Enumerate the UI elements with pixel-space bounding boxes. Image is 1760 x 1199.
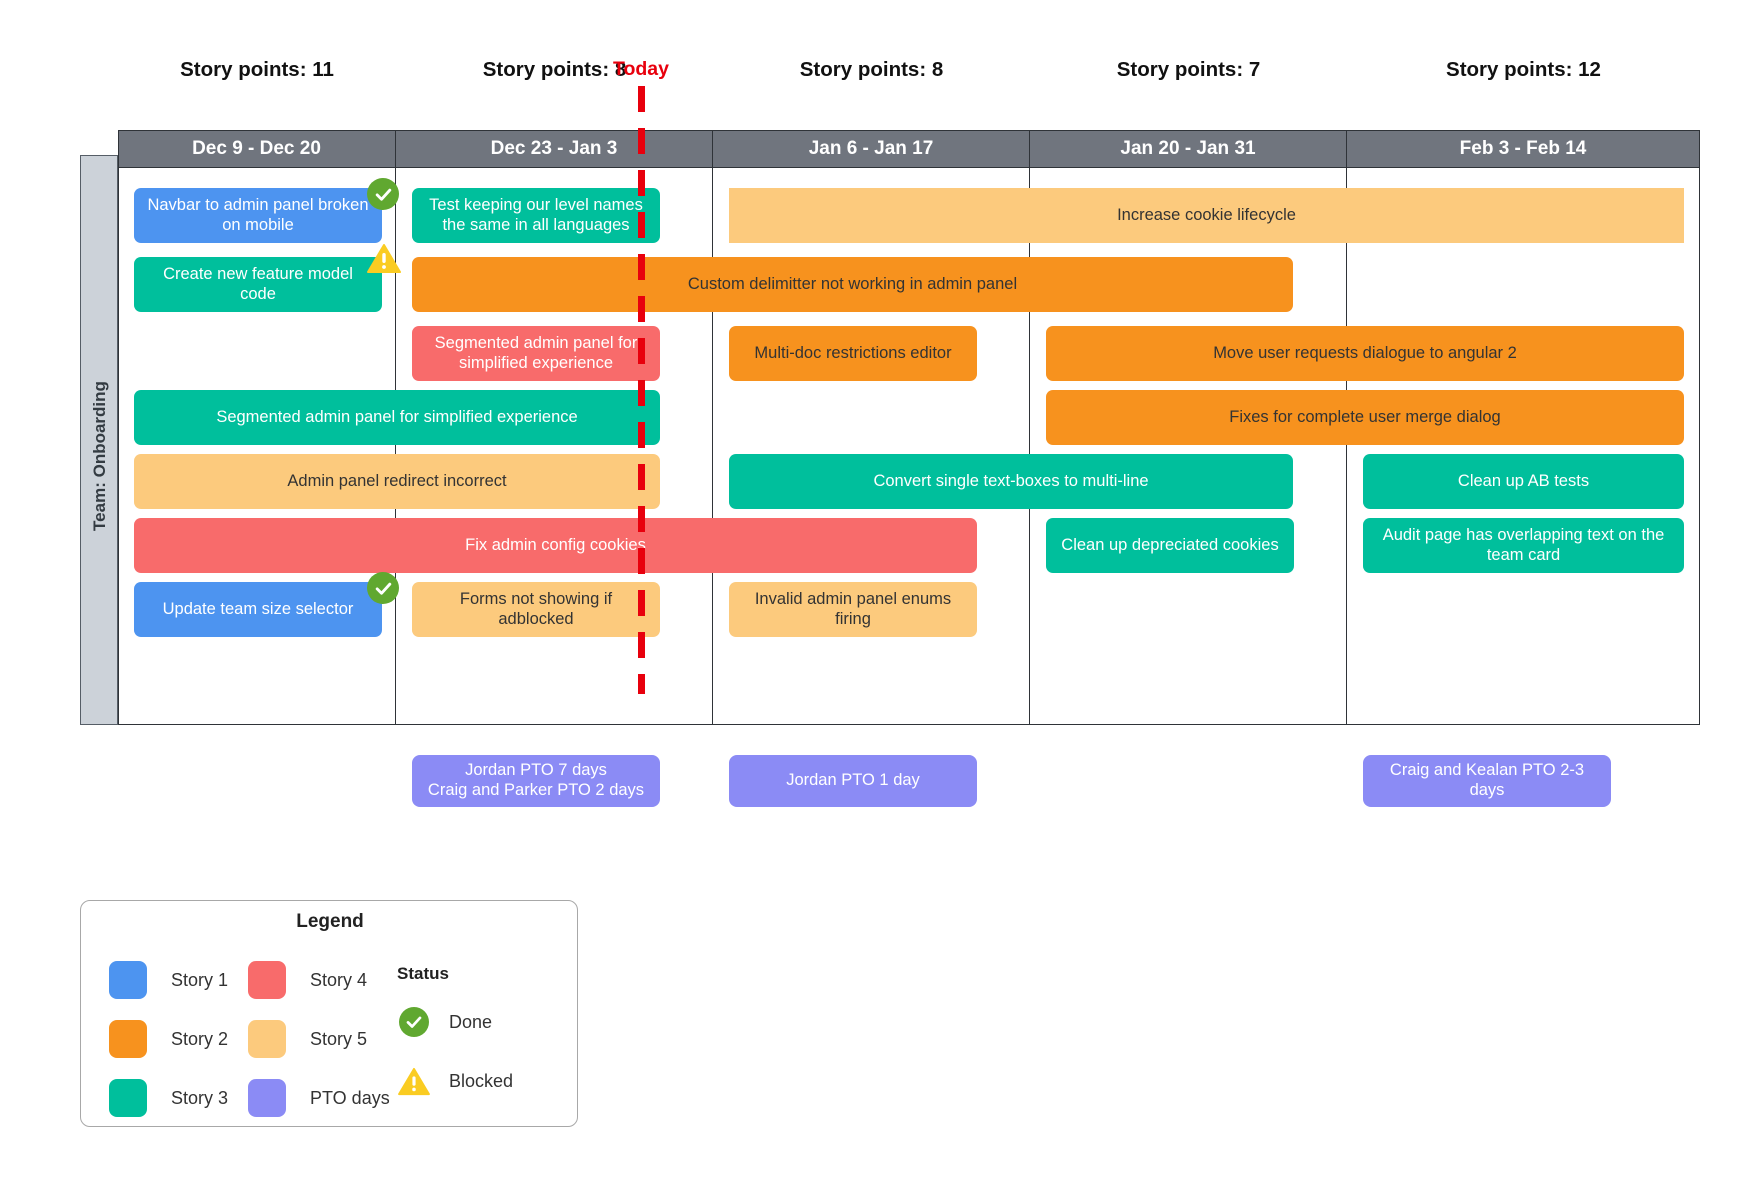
task-bar[interactable]: Forms not showing if adblocked [412,582,660,637]
legend-label: Story 5 [310,1028,368,1049]
column-divider [1029,168,1030,725]
status-done-icon [367,572,399,604]
task-bar[interactable]: Admin panel redirect incorrect [134,454,660,509]
pto-row: Jordan PTO 7 days Craig and Parker PTO 2… [0,755,1760,810]
pto-label: Jordan PTO 7 days Craig and Parker PTO 2… [427,761,645,799]
task-bar[interactable]: Custom delimitter not working in admin p… [412,257,1293,312]
legend-item-story3: Story 3 [109,1079,228,1117]
legend-swatch [109,1079,147,1117]
legend-status-label: Done [449,1011,493,1032]
legend-swatch [109,1020,147,1058]
legend-title: Legend [296,911,364,932]
check-icon [406,1016,422,1028]
task-bar[interactable]: Segmented admin panel for simplified exp… [134,390,660,445]
sprint-header-1[interactable]: Dec 23 - Jan 3 [396,130,713,168]
task-bar[interactable]: Audit page has overlapping text on the t… [1363,518,1684,573]
legend-swatch [109,961,147,999]
check-circle-icon [397,1005,431,1039]
warning-triangle-glyph [398,1067,430,1095]
pto-label: Craig and Kealan PTO 2-3 days [1389,761,1585,799]
warning-triangle-icon [397,1064,431,1098]
legend-label: Story 2 [171,1028,229,1049]
sprint-header-3[interactable]: Jan 20 - Jan 31 [1030,130,1347,168]
team-swimlane-band: Team: Onboarding [80,155,118,725]
task-bar[interactable]: Clean up AB tests [1363,454,1684,509]
roadmap-board: Team: Onboarding Dec 9 - Dec 20 Dec 23 -… [80,130,1700,725]
sprint-header-0[interactable]: Dec 9 - Dec 20 [118,130,396,168]
legend-label: Story 1 [171,969,229,990]
legend-item-story2: Story 2 [109,1020,228,1058]
warning-triangle-icon [367,244,401,273]
story-points-4: Story points: 12 [1446,58,1601,81]
check-icon [375,188,391,201]
task-bar[interactable]: Invalid admin panel enums firing [729,582,977,637]
task-bar[interactable]: Multi-doc restrictions editor [729,326,977,381]
task-bar[interactable]: Fixes for complete user merge dialog [1046,390,1684,445]
grid-body [118,168,1700,725]
legend-status-done: Done [397,1005,492,1039]
task-bar[interactable]: Move user requests dialogue to angular 2 [1046,326,1684,381]
column-divider [712,168,713,725]
legend-swatch [248,1079,286,1117]
task-bar[interactable]: Increase cookie lifecycle [729,188,1684,243]
sprint-header-2[interactable]: Jan 6 - Jan 17 [713,130,1030,168]
task-bar[interactable]: Navbar to admin panel broken on mobile [134,188,382,243]
legend-status-label: Blocked [449,1070,514,1091]
timeline-grid: Dec 9 - Dec 20 Dec 23 - Jan 3 Jan 6 - Ja… [118,130,1700,725]
pto-bar[interactable]: Craig and Kealan PTO 2-3 days [1363,755,1611,807]
legend-item-story5: Story 5 [248,1020,367,1058]
sprint-header-4[interactable]: Feb 3 - Feb 14 [1347,130,1700,168]
task-bar[interactable]: Convert single text-boxes to multi-line [729,454,1293,509]
check-icon [375,582,391,595]
legend-item-story4: Story 4 [248,961,367,999]
status-done-icon [367,178,399,210]
legend-label: Story 3 [171,1087,229,1108]
status-blocked-icon [367,243,401,274]
task-bar[interactable]: Clean up depreciated cookies [1046,518,1294,573]
column-divider [1346,168,1347,725]
story-points-header: Story points: 11 Story points: 8 Today S… [0,0,1760,108]
pto-bar[interactable]: Jordan PTO 1 day [729,755,977,807]
legend-swatch [248,961,286,999]
legend-item-pto: PTO days [248,1079,390,1117]
pto-label: Jordan PTO 1 day [786,771,920,790]
pto-bar[interactable]: Jordan PTO 7 days Craig and Parker PTO 2… [412,755,660,807]
legend-swatch [248,1020,286,1058]
task-bar[interactable]: Update team size selector [134,582,382,637]
legend-label: PTO days [310,1087,390,1108]
task-bar[interactable]: Segmented admin panel for simplified exp… [412,326,660,381]
legend-panel: Legend Story 1 Story 2 Story 3 Story 4 S… [80,900,578,1127]
legend-status-title: Status [397,964,449,983]
legend-status-blocked: Blocked [397,1064,513,1098]
legend-label: Story 4 [310,969,368,990]
legend-item-story1: Story 1 [109,961,228,999]
task-bar[interactable]: Fix admin config cookies [134,518,977,573]
team-label: Team: Onboarding [90,381,109,531]
task-bar[interactable]: Test keeping our level names the same in… [412,188,660,243]
task-bar[interactable]: Create new feature model code [134,257,382,312]
today-marker-line [638,86,645,694]
